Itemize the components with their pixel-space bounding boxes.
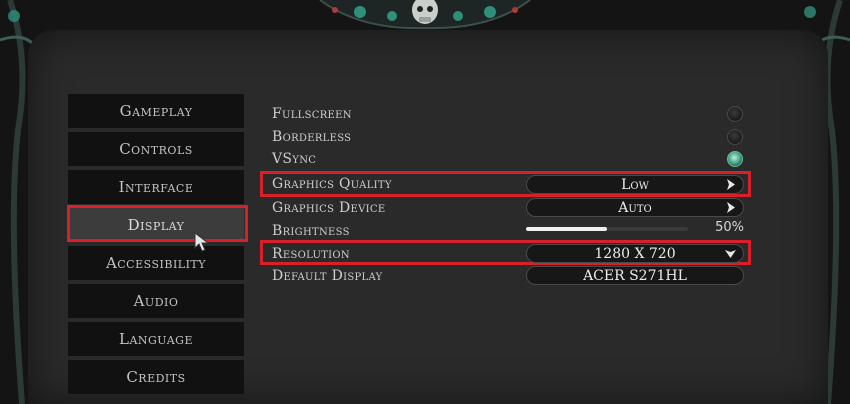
vsync-label: VSync	[272, 151, 317, 167]
menu-item-accessibility[interactable]: Accessibility	[68, 246, 244, 280]
chevron-down-icon	[725, 250, 736, 258]
resolution-value: 1280 X 720	[594, 245, 676, 262]
vsync-toggle[interactable]	[727, 151, 743, 167]
graphics-quality-label: Graphics Quality	[272, 176, 392, 192]
graphics-device-value: Auto	[618, 199, 652, 216]
brightness-value: 50%	[715, 220, 744, 235]
menu-item-language[interactable]: Language	[68, 322, 244, 356]
fullscreen-label: Fullscreen	[272, 106, 352, 122]
mouse-cursor-icon	[194, 232, 210, 252]
graphics-device-select[interactable]: Auto	[526, 198, 744, 217]
display-highlight-box	[67, 205, 248, 242]
brightness-label: Brightness	[272, 223, 350, 239]
menu-item-gameplay[interactable]: Gameplay	[68, 94, 244, 128]
brightness-slider-fill	[526, 227, 607, 231]
menu-item-interface[interactable]: Interface	[68, 170, 244, 204]
brightness-slider[interactable]	[526, 227, 688, 231]
chevron-right-icon	[727, 202, 735, 213]
menu-item-credits[interactable]: Credits	[68, 360, 244, 394]
menu-item-audio[interactable]: Audio	[68, 284, 244, 318]
graphics-quality-select[interactable]: Low	[526, 175, 744, 194]
graphics-device-label: Graphics Device	[272, 200, 386, 216]
default-display-select[interactable]: ACER S271HL	[526, 266, 744, 285]
fullscreen-toggle[interactable]	[727, 106, 743, 122]
resolution-label: Resolution	[272, 246, 350, 262]
borderless-label: Borderless	[272, 129, 352, 145]
borderless-toggle[interactable]	[727, 129, 743, 145]
default-display-label: Default Display	[272, 268, 383, 284]
graphics-quality-value: Low	[621, 176, 649, 193]
chevron-right-icon	[727, 179, 735, 190]
default-display-value: ACER S271HL	[583, 267, 687, 284]
resolution-select[interactable]: 1280 X 720	[526, 244, 744, 263]
menu-item-controls[interactable]: Controls	[68, 132, 244, 166]
